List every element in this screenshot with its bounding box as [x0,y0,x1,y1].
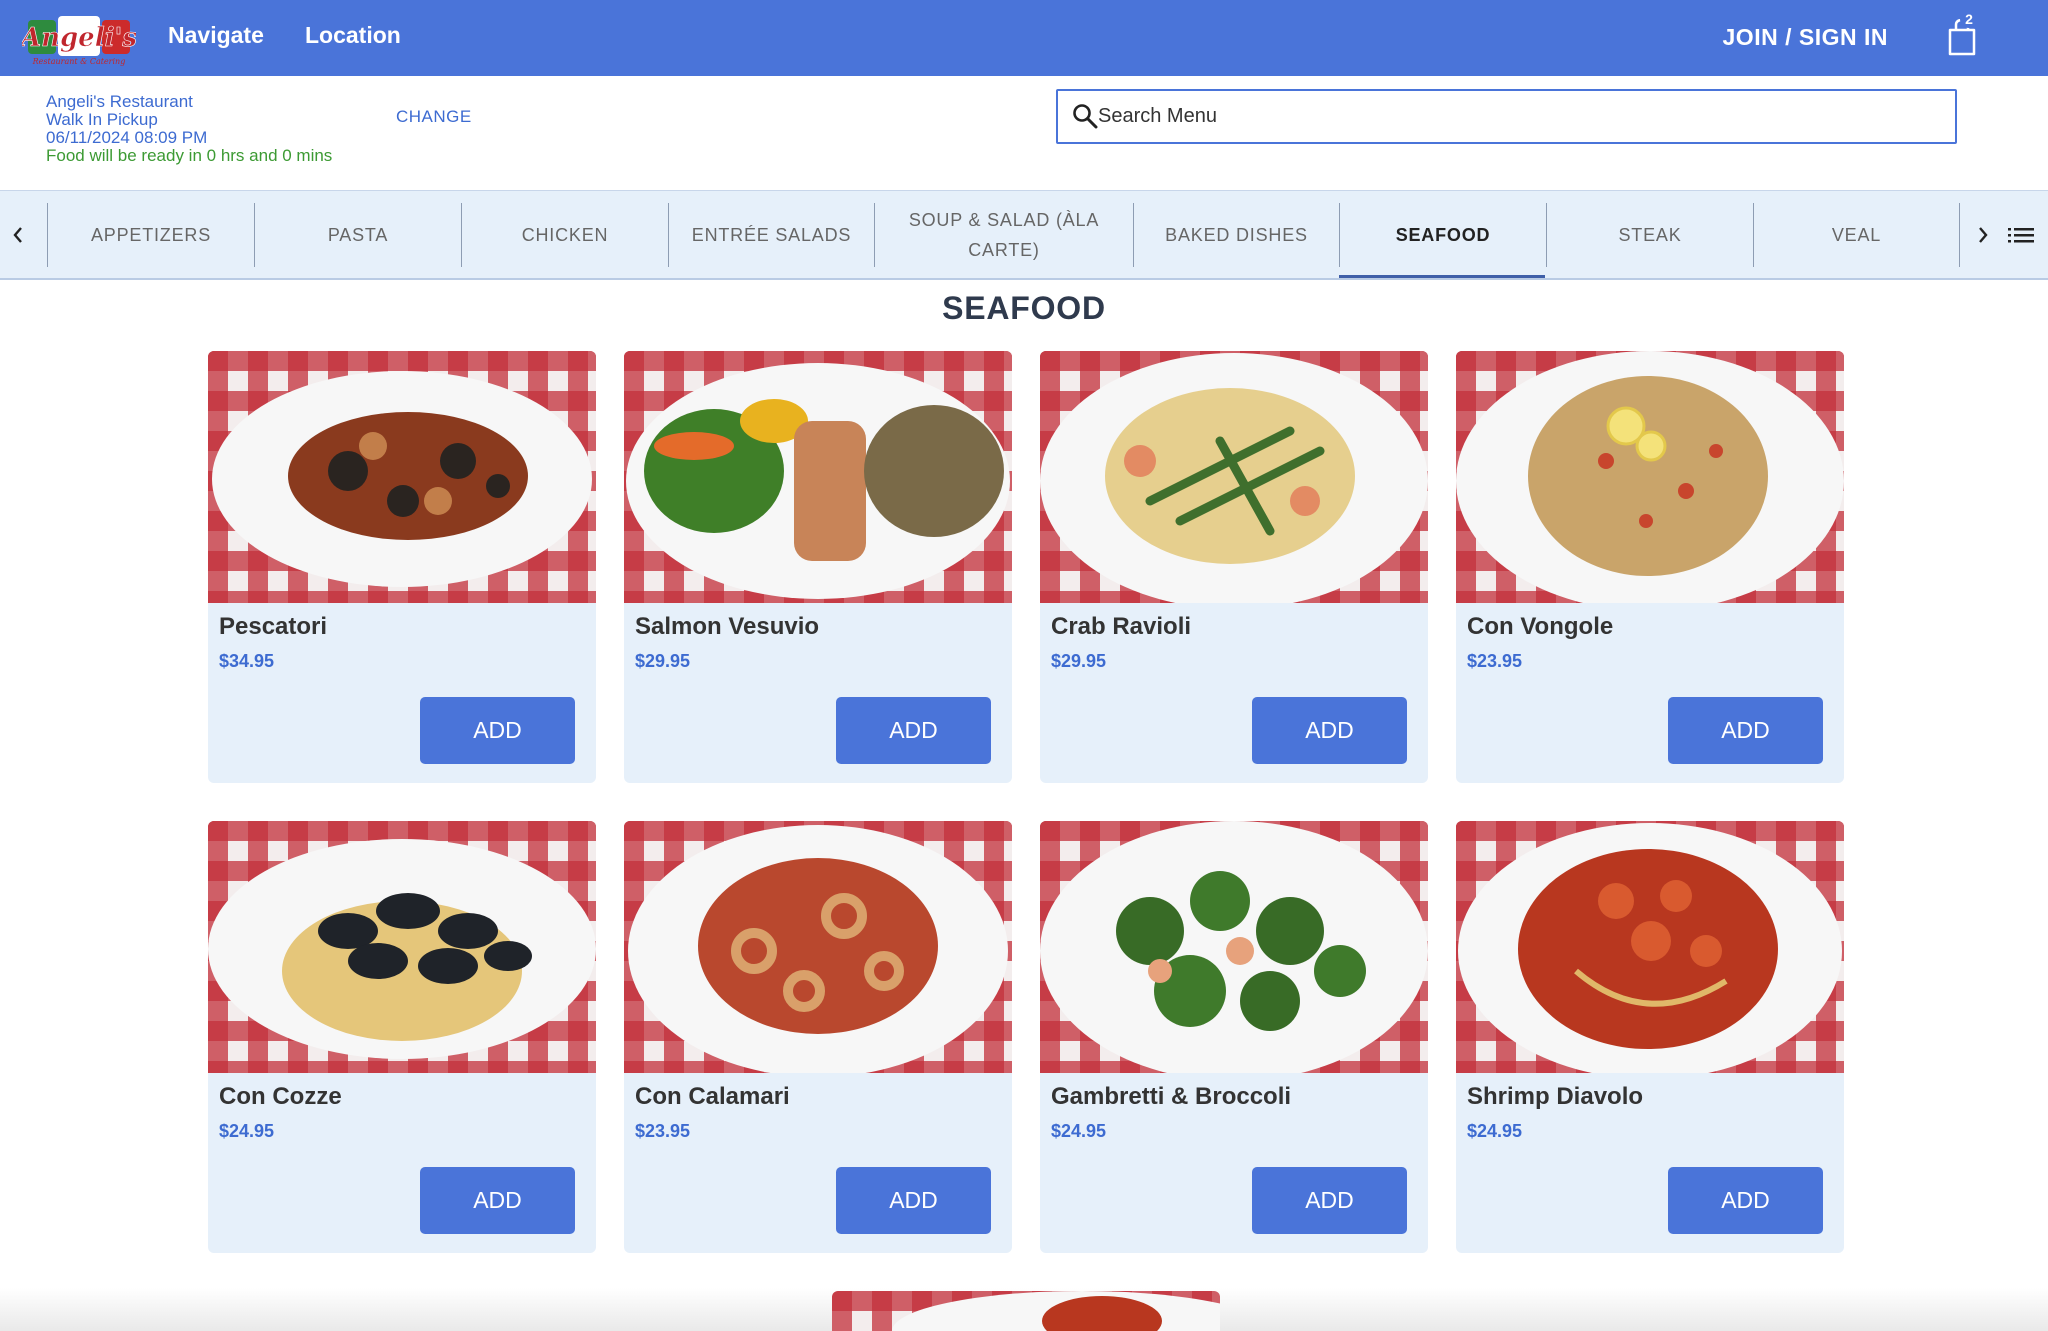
change-link[interactable]: CHANGE [396,107,472,127]
top-nav-bar: Angeli's Restaurant & Catering Navigate … [0,0,2048,76]
dish-photo [1040,821,1428,1073]
svg-text:Angeli's: Angeli's [22,23,136,53]
join-sign-in-link[interactable]: JOIN / SIGN IN [1723,24,1888,51]
add-button[interactable]: ADD [1252,697,1407,764]
svg-text:Restaurant & Catering: Restaurant & Catering [32,57,126,66]
next-dish-photo [832,1291,1220,1331]
item-name: Salmon Vesuvio [635,613,820,640]
item-price: $24.95 [1051,1121,1107,1141]
dish-photo [1456,351,1844,603]
item-name: Gambretti & Broccoli [1051,1083,1292,1110]
dish-photo [624,821,1012,1073]
ready-time: Food will be ready in 0 hrs and 0 mins [46,146,333,165]
dish-photo [1040,351,1428,603]
cart-count-badge: 2 [1960,10,1978,28]
item-price: $29.95 [635,651,691,671]
order-mode: Walk In Pickup [46,110,158,129]
chevron-left-icon[interactable] [0,191,36,279]
menu-card-con-vongole[interactable]: Con Vongole $23.95 ADD [1456,351,1844,783]
add-button[interactable]: ADD [1668,697,1823,764]
menu-card-pescatori[interactable]: Pescatori $34.95 ADD [208,351,596,783]
dish-photo [208,821,596,1073]
tab-steak[interactable]: STEAK [1546,203,1753,267]
tab-entree-salads[interactable]: ENTRÉE SALADS [668,203,874,267]
nav-location[interactable]: Location [305,22,401,49]
tab-veal[interactable]: VEAL [1753,203,1960,267]
search-placeholder: Search Menu [1098,105,1217,127]
item-name: Crab Ravioli [1051,613,1192,640]
item-price: $23.95 [1467,651,1523,671]
add-button[interactable]: ADD [420,697,575,764]
menu-card-crab-ravioli[interactable]: Crab Ravioli $29.95 ADD [1040,351,1428,783]
search-icon [1073,104,1098,129]
tab-pasta[interactable]: PASTA [254,203,461,267]
add-button[interactable]: ADD [836,697,991,764]
chevron-right-icon[interactable] [1965,191,2001,279]
menu-card-gambretti-broccoli[interactable]: Gambretti & Broccoli $24.95 ADD [1040,821,1428,1253]
order-info: Angeli's Restaurant Walk In Pickup 06/11… [46,93,332,165]
category-tabs: APPETIZERS PASTA CHICKEN ENTRÉE SALADS S… [0,190,2048,280]
add-button[interactable]: ADD [836,1167,991,1234]
item-price: $23.95 [635,1121,691,1141]
tab-seafood[interactable]: SEAFOOD [1339,203,1546,267]
menu-card-con-cozze[interactable]: Con Cozze $24.95 ADD [208,821,596,1253]
tab-chicken[interactable]: CHICKEN [461,203,668,267]
menu-card-salmon-vesuvio[interactable]: Salmon Vesuvio $29.95 ADD [624,351,1012,783]
item-price: $29.95 [1051,651,1107,671]
tab-baked-dishes[interactable]: BAKED DISHES [1133,203,1339,267]
menu-card-shrimp-diavolo[interactable]: Shrimp Diavolo $24.95 ADD [1456,821,1844,1253]
tab-soup-salad[interactable]: SOUP & SALAD (ÀLA CARTE) [874,203,1133,267]
item-name: Con Vongole [1467,613,1614,640]
section-title: SEAFOOD [942,290,1106,326]
dish-photo [208,351,596,603]
add-button[interactable]: ADD [1252,1167,1407,1234]
active-tab-indicator [1339,275,1545,278]
item-name: Con Calamari [635,1083,790,1110]
item-name: Con Cozze [219,1083,342,1110]
dish-photo [624,351,1012,603]
list-icon[interactable] [2006,221,2036,249]
nav-navigate[interactable]: Navigate [168,22,264,49]
search-input[interactable]: Search Menu [1056,89,1957,144]
item-name: Pescatori [219,613,328,640]
menu-card-con-calamari[interactable]: Con Calamari $23.95 ADD [624,821,1012,1253]
item-price: $24.95 [1467,1121,1523,1141]
item-price: $24.95 [219,1121,275,1141]
dish-photo [1456,821,1844,1073]
restaurant-logo[interactable]: Angeli's Restaurant & Catering [22,6,136,70]
tab-appetizers[interactable]: APPETIZERS [47,203,254,267]
item-price: $34.95 [219,651,275,671]
restaurant-name: Angeli's Restaurant [46,92,193,111]
order-datetime: 06/11/2024 08:09 PM [46,128,208,147]
item-name: Shrimp Diavolo [1467,1083,1644,1110]
add-button[interactable]: ADD [1668,1167,1823,1234]
add-button[interactable]: ADD [420,1167,575,1234]
